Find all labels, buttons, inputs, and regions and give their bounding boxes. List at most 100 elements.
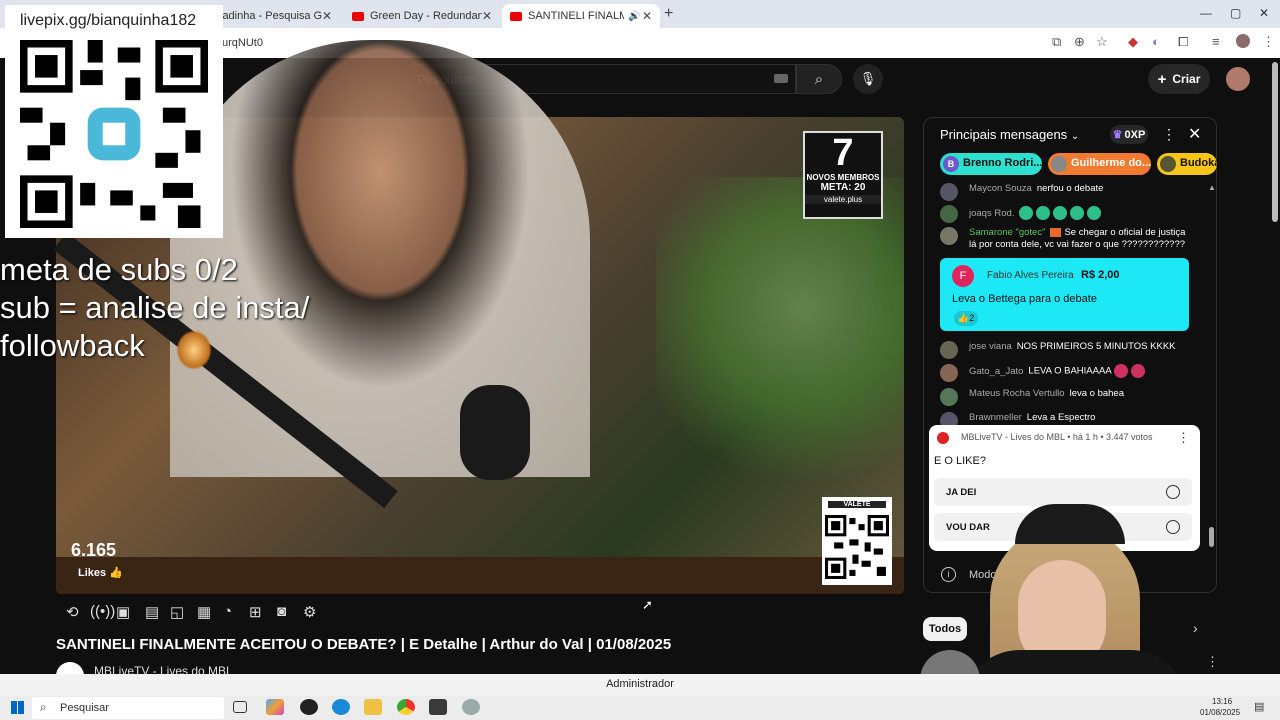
chat-author[interactable]: Samarone "gotec" xyxy=(969,227,1045,238)
new-tab-icon[interactable]: + xyxy=(664,5,673,23)
emoji-icon xyxy=(1130,364,1145,378)
tab-google[interactable]: jadinha - Pesquisa Google ✕ xyxy=(212,4,340,28)
add-icon[interactable]: ⊞ xyxy=(249,603,262,621)
tab-green-day[interactable]: Green Day - Redundant [Officia ✕ xyxy=(344,4,500,28)
chat-avatar xyxy=(940,388,958,406)
superchat-like-button[interactable]: 👍2 xyxy=(954,311,978,326)
top-donor-pill[interactable]: Guilherme do... xyxy=(1048,153,1151,175)
chat-scrollbar[interactable] xyxy=(1209,527,1214,547)
theater-icon[interactable]: ◱ xyxy=(170,603,184,621)
superchat-text: Leva o Bettega para o debate xyxy=(952,293,1097,305)
superchat-like-count: 2 xyxy=(969,313,975,323)
chevron-right-icon[interactable]: › xyxy=(1193,620,1198,636)
top-donor-pill[interactable]: Budoka xyxy=(1157,153,1217,175)
app-icon[interactable] xyxy=(429,699,447,715)
taskbar-search-input[interactable]: Pesquisar xyxy=(32,697,224,719)
youtube-icon xyxy=(352,11,364,21)
file-explorer-icon[interactable] xyxy=(364,699,382,715)
voice-search-button[interactable]: 🎙 xyxy=(853,64,883,94)
live-icon[interactable]: ((•)) xyxy=(90,603,115,620)
clock-time[interactable]: 13:16 xyxy=(1212,697,1232,706)
livepix-qr-code xyxy=(20,40,208,228)
speaker-icon[interactable]: 🔊 xyxy=(628,11,640,22)
tab-label: SANTINELI FINALMENTE AC xyxy=(528,10,624,22)
windows-start-icon[interactable] xyxy=(11,701,24,714)
chat-author[interactable]: joaqs Rod. xyxy=(969,208,1014,219)
top-donor-pill[interactable]: B Brenno Rodri... xyxy=(940,153,1042,175)
chat-author[interactable]: Gato_a_Jato xyxy=(969,366,1023,377)
mouse-cursor: ➚ xyxy=(642,597,653,612)
url-text[interactable]: urqNUt0 xyxy=(222,37,263,49)
browser-menu-icon[interactable]: ⋮ xyxy=(1262,34,1275,50)
channel-logo-icon xyxy=(937,432,949,444)
thumbs-up-icon: 👍 xyxy=(957,313,970,323)
more-icon[interactable]: ⋮ xyxy=(1206,654,1219,670)
minimize-icon[interactable]: — xyxy=(1200,6,1212,20)
scroll-up-icon[interactable]: ▲ xyxy=(1208,183,1216,192)
notification-icon[interactable]: ▤ xyxy=(1254,700,1264,713)
copilot-icon[interactable] xyxy=(266,699,284,715)
chat-message: joaqs Rod. xyxy=(940,205,1192,223)
superchat-author[interactable]: Fabio Alves Pereira xyxy=(987,270,1074,281)
miniplayer-icon[interactable]: ▣ xyxy=(116,603,130,621)
zoom-icon[interactable]: ⊕ xyxy=(1074,34,1085,50)
page-scrollbar[interactable] xyxy=(1272,62,1278,222)
chat-mode-dropdown[interactable]: Principais mensagens ⌄ xyxy=(940,127,1079,142)
chat-text: NOS PRIMEIROS 5 MINUTOS KKKK xyxy=(1016,341,1176,352)
search-button[interactable]: ⌕ xyxy=(796,64,842,94)
emoji-icon xyxy=(1053,206,1068,220)
media-control-icon[interactable]: ≡ xyxy=(1212,34,1220,49)
close-icon[interactable]: ✕ xyxy=(322,9,332,23)
chat-author[interactable]: Mateus Rocha Vertullo xyxy=(969,388,1065,399)
chat-author[interactable]: Brawnmeller xyxy=(969,412,1022,423)
screenshot-icon[interactable]: ◙ xyxy=(277,603,286,620)
poll-menu-icon[interactable]: ⋮ xyxy=(1177,430,1190,446)
maximize-icon[interactable]: ▢ xyxy=(1230,6,1241,20)
app-icon[interactable] xyxy=(300,699,318,715)
mic-icon: 🎙 xyxy=(859,71,877,86)
extension-icon[interactable]: ◆ xyxy=(1128,34,1138,50)
poll-question: E O LIKE? xyxy=(934,455,986,467)
chat-author[interactable]: jose viana xyxy=(969,341,1012,352)
settings-gear-icon[interactable]: ⚙ xyxy=(303,603,316,621)
edge-icon[interactable] xyxy=(332,699,350,715)
xp-badge[interactable]: ♛ 0XP xyxy=(1110,125,1148,144)
tab-label: Green Day - Redundant [Officia xyxy=(370,10,482,22)
loop-icon[interactable]: ⟲ xyxy=(66,603,79,621)
extensions-puzzle-icon[interactable]: ⧠ xyxy=(1178,34,1188,50)
chat-avatar xyxy=(940,341,958,359)
close-icon[interactable]: ✕ xyxy=(482,9,492,23)
obs-icon[interactable] xyxy=(462,699,480,715)
close-icon[interactable]: ✕ xyxy=(1188,124,1201,144)
clock-date[interactable]: 01/08/2025 xyxy=(1200,708,1240,717)
info-icon[interactable]: i xyxy=(941,567,956,582)
poll-option[interactable]: JA DEI xyxy=(934,478,1192,506)
search-icon: ⌕ xyxy=(40,700,47,714)
extension-icon[interactable]: ◐ xyxy=(1152,34,1160,49)
create-button[interactable]: + Criar xyxy=(1148,64,1210,94)
subtitles-icon[interactable]: ▦ xyxy=(197,603,211,621)
keyboard-icon[interactable] xyxy=(774,74,788,83)
speed-icon[interactable]: ◔ xyxy=(223,603,232,620)
filter-chip-all[interactable]: Todos xyxy=(923,617,967,641)
radio-icon xyxy=(1166,520,1180,534)
avatar[interactable] xyxy=(1226,67,1250,91)
emoji-icon xyxy=(1070,206,1085,220)
cast-icon[interactable]: ⧉ xyxy=(1052,34,1061,50)
members-goal-badge: 7 NOVOS MEMBROS META: 20 valete.plus xyxy=(803,131,883,219)
close-window-icon[interactable]: ✕ xyxy=(1259,6,1269,20)
close-icon[interactable]: ✕ xyxy=(642,9,652,23)
chrome-icon[interactable] xyxy=(397,699,415,715)
chat-message: jose viana NOS PRIMEIROS 5 MINUTOS KKKK xyxy=(940,341,1192,359)
task-view-icon[interactable] xyxy=(233,701,247,713)
chat-message: Gato_a_Jato LEVA O BAHIAAAA xyxy=(940,364,1192,382)
film-icon[interactable]: ▤ xyxy=(145,603,159,621)
bookmark-star-icon[interactable]: ☆ xyxy=(1096,34,1108,50)
chat-author[interactable]: Maycon Souza xyxy=(969,183,1032,194)
tab-santineli[interactable]: SANTINELI FINALMENTE AC 🔊 ✕ xyxy=(502,4,660,28)
pill-name: Brenno Rodri... xyxy=(963,157,1042,169)
chat-avatar xyxy=(940,227,958,245)
chat-menu-icon[interactable]: ⋮ xyxy=(1162,126,1176,143)
profile-avatar[interactable] xyxy=(1236,34,1250,48)
likes-count: 6.165 xyxy=(71,540,117,560)
